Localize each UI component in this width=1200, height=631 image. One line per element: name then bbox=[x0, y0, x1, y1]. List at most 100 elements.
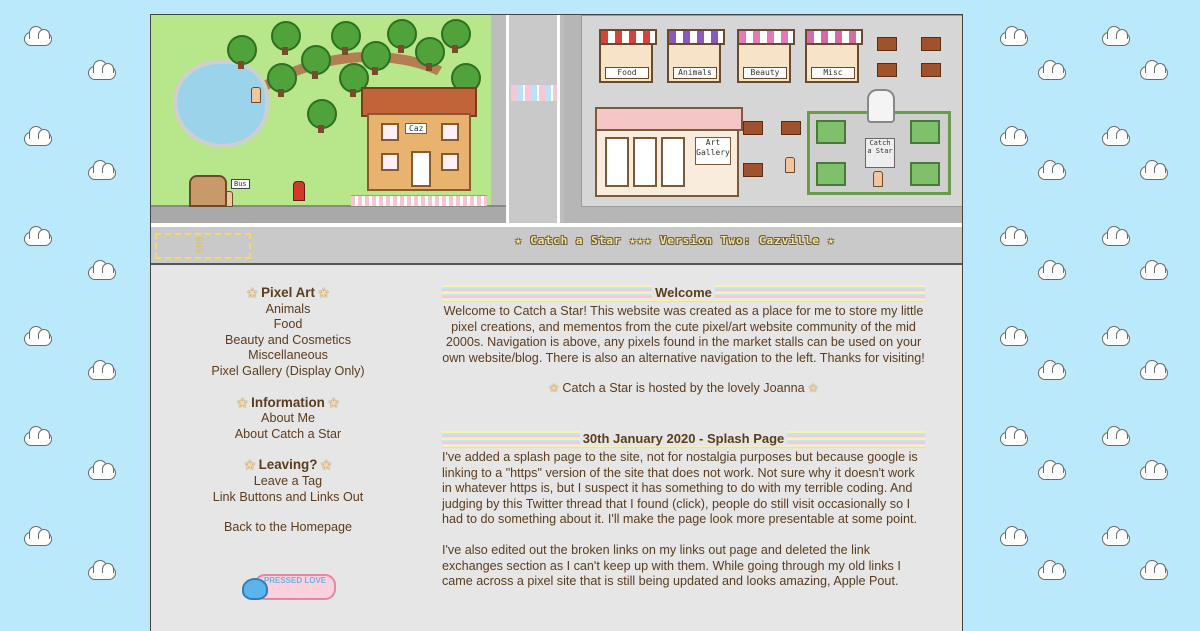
gallery-window bbox=[605, 137, 629, 187]
stall-beauty[interactable]: Beauty bbox=[737, 29, 795, 83]
cloud-decoration bbox=[1140, 260, 1168, 280]
cloud-decoration bbox=[1000, 326, 1028, 346]
star-icon: ✬ bbox=[244, 458, 255, 473]
site-frame: Caz Bus BUS Food Animals Beauty Misc Art… bbox=[150, 14, 963, 631]
nav-heading: ✬ Information ✬ bbox=[237, 394, 339, 410]
nav-link-pixel-gallery[interactable]: Pixel Gallery (Display Only) bbox=[187, 364, 389, 380]
tree bbox=[227, 35, 257, 69]
cloud-decoration bbox=[88, 560, 116, 580]
tree bbox=[307, 99, 337, 133]
nav-heading: ✬ Pixel Art ✬ bbox=[247, 285, 329, 300]
stall-awning bbox=[599, 29, 657, 45]
nav-group-pixel-art: ✬ Pixel Art ✬ Animals Food Beauty and Co… bbox=[187, 285, 389, 380]
bench bbox=[743, 163, 763, 177]
cloud-decoration bbox=[88, 260, 116, 280]
cloud-decoration bbox=[1102, 526, 1130, 546]
sidebar-navigation: ✬ Pixel Art ✬ Animals Food Beauty and Co… bbox=[187, 285, 389, 600]
gallery-sign: Art Gallery bbox=[695, 137, 731, 165]
hosted-by-line: ✬ Catch a Star is hosted by the lovely J… bbox=[548, 381, 819, 396]
house-window bbox=[441, 153, 459, 171]
bus-stop-marking: BUS bbox=[155, 233, 251, 259]
flower-bed bbox=[816, 162, 846, 186]
flower-bed bbox=[816, 120, 846, 144]
cloud-decoration bbox=[88, 160, 116, 180]
statue-sign: Catch a Star bbox=[865, 138, 895, 168]
cloud-decoration bbox=[1038, 360, 1066, 380]
star-icon: ✬ bbox=[548, 381, 559, 396]
nav-heading: ✬ Leaving? ✬ bbox=[244, 457, 332, 473]
road bbox=[506, 15, 560, 227]
stall-awning bbox=[667, 29, 725, 45]
caz-house[interactable]: Caz bbox=[361, 87, 477, 193]
cloud-decoration bbox=[1000, 126, 1028, 146]
bus-shelter bbox=[189, 175, 227, 207]
back-to-homepage-link[interactable]: Back to the Homepage bbox=[187, 520, 389, 536]
cloud-decoration bbox=[24, 226, 52, 246]
cloud-decoration bbox=[1038, 460, 1066, 480]
cloud-decoration bbox=[1102, 326, 1130, 346]
cloud-decoration bbox=[1140, 60, 1168, 80]
cloud-decoration bbox=[1140, 360, 1168, 380]
bench bbox=[877, 63, 897, 77]
pond bbox=[173, 60, 269, 148]
nav-link-about-me[interactable]: About Me bbox=[187, 411, 389, 427]
welcome-text: Welcome to Catch a Star! This website wa… bbox=[442, 304, 925, 365]
bench bbox=[781, 121, 801, 135]
cloud-decoration bbox=[1038, 160, 1066, 180]
cloud-decoration bbox=[1000, 26, 1028, 46]
tree bbox=[301, 45, 331, 79]
cloud-decoration bbox=[24, 326, 52, 346]
page-content: ✬ Pixel Art ✬ Animals Food Beauty and Co… bbox=[151, 277, 962, 631]
cloud-decoration bbox=[1140, 460, 1168, 480]
picket-fence bbox=[351, 195, 487, 206]
cloud-decoration bbox=[24, 126, 52, 146]
cloud-decoration bbox=[24, 26, 52, 46]
cloud-decoration bbox=[24, 426, 52, 446]
art-gallery-building[interactable]: Art Gallery bbox=[595, 107, 743, 197]
nav-link-about-site[interactable]: About Catch a Star bbox=[187, 427, 389, 443]
post-heading: 30th January 2020 - Splash Page bbox=[442, 430, 925, 448]
star-icon: ✬ bbox=[247, 286, 258, 300]
gallery-roof bbox=[595, 107, 743, 131]
flower-bed bbox=[910, 162, 940, 186]
stall-food[interactable]: Food bbox=[599, 29, 657, 83]
nav-link-beauty[interactable]: Beauty and Cosmetics bbox=[187, 333, 389, 349]
cloud-decoration bbox=[88, 460, 116, 480]
stall-awning bbox=[805, 29, 863, 45]
bench bbox=[877, 37, 897, 51]
house-sign: Caz bbox=[405, 123, 428, 134]
bench bbox=[921, 63, 941, 77]
nav-link-food[interactable]: Food bbox=[187, 317, 389, 333]
nav-link-link-buttons[interactable]: Link Buttons and Links Out bbox=[187, 490, 389, 506]
cloud-decoration bbox=[88, 60, 116, 80]
pressed-love-badge[interactable]: PRESSED LOVE bbox=[242, 566, 336, 600]
nav-group-leaving: ✬ Leaving? ✬ Leave a Tag Link Buttons an… bbox=[187, 457, 389, 505]
tree bbox=[387, 19, 417, 53]
bench bbox=[921, 37, 941, 51]
nav-link-animals[interactable]: Animals bbox=[187, 302, 389, 318]
gallery-window bbox=[633, 137, 657, 187]
nav-link-leave-tag[interactable]: Leave a Tag bbox=[187, 474, 389, 490]
star-icon: ✬ bbox=[318, 286, 329, 300]
cloud-decoration bbox=[1000, 526, 1028, 546]
cloud-decoration bbox=[1000, 426, 1028, 446]
welcome-heading: Welcome bbox=[442, 285, 925, 302]
house-door bbox=[411, 151, 431, 187]
house-window bbox=[441, 123, 459, 141]
cloud-decoration bbox=[24, 526, 52, 546]
tree bbox=[415, 37, 445, 71]
stall-misc[interactable]: Misc bbox=[805, 29, 863, 83]
cloud-decoration bbox=[1102, 426, 1130, 446]
cloud-decoration bbox=[1140, 560, 1168, 580]
bus-sign: Bus bbox=[231, 179, 250, 189]
cloud-decoration bbox=[1102, 126, 1130, 146]
cloud-decoration bbox=[1038, 260, 1066, 280]
postbox bbox=[293, 181, 305, 201]
nav-link-miscellaneous[interactable]: Miscellaneous bbox=[187, 348, 389, 364]
star-icon: ✬ bbox=[328, 395, 339, 410]
stall-animals[interactable]: Animals bbox=[667, 29, 725, 83]
post-paragraph: I've also edited out the broken links on… bbox=[442, 542, 901, 589]
house-window bbox=[381, 153, 399, 171]
star-icon: ✬ bbox=[321, 458, 332, 473]
bird-icon bbox=[242, 577, 268, 600]
